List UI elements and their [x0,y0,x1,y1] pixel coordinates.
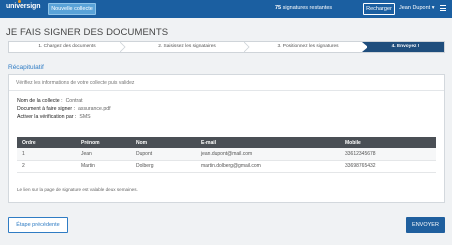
step-position-signatures[interactable]: 3. Positionnez les signatures [249,42,368,52]
new-collect-button[interactable]: Nouvelle collecte [48,3,96,15]
step-label: 2. Saisissez les signataires [158,44,216,49]
step-upload-documents[interactable]: 1. Chargez des documents [9,42,126,52]
col-firstname: Prénom [69,137,131,148]
field-value: Contrat [65,98,83,104]
send-button[interactable]: ENVOYER [406,217,445,233]
recap-title: Récapitulatif [8,64,44,71]
previous-step-button[interactable]: Étape précédente [8,217,68,233]
universign-logo[interactable]: universign [6,0,41,10]
cell-firstname: Jean [69,148,131,161]
field-label: Document à faire signer : [17,106,75,112]
cell-order: 1 [17,148,69,161]
logo-text: universign [6,3,41,10]
cell-lastname: Dupont [131,148,196,161]
verification-field: Activer la vérification par : SMS [17,114,91,120]
step-label: 3. Positionnez les signatures [277,44,339,49]
cell-mobile: 33698765432 [340,160,436,173]
cell-lastname: Dolberg [131,160,196,173]
collect-name-field: Nom de la collecte : Contrat [17,98,83,104]
field-value: assurance.pdf [77,106,111,112]
step-enter-signers[interactable]: 2. Saisissez les signataires [125,42,250,52]
user-menu[interactable]: Jean Dupont ▾ [399,5,434,11]
table-row: 2 Martin Dolberg martin.dolberg@gmail.co… [17,160,436,173]
signatures-remaining: 75 signatures restantes [275,5,332,11]
cell-mobile: 33612345678 [340,148,436,161]
cell-email: jean.dupont@mail.com [196,148,340,161]
field-label: Activer la vérification par : [17,114,77,120]
divider [9,90,444,91]
cell-firstname: Martin [69,160,131,173]
recharge-button[interactable]: Recharger [363,3,395,15]
recap-card: Vérifiez les informations de votre colle… [8,74,445,203]
top-bar: universign Nouvelle collecte 75 signatur… [0,0,452,18]
hamburger-icon[interactable] [440,5,446,12]
validity-note: Le lien sur la page de signature est val… [17,187,138,192]
step-label: 1. Chargez des documents [38,44,96,49]
col-email: E-mail [196,137,340,148]
cell-order: 2 [17,160,69,173]
recap-hint: Vérifiez les informations de votre colle… [16,80,135,86]
signatures-count: 75 [275,5,282,11]
field-label: Nom de la collecte : [17,98,63,104]
step-label: 4. Envoyez ! [391,44,420,49]
col-order: Ordre [17,137,69,148]
signers-table: Ordre Prénom Nom E-mail Mobile 1 Jean Du… [17,137,436,173]
step-send[interactable]: 4. Envoyez ! [367,42,444,52]
document-field: Document à faire signer : assurance.pdf [17,106,111,112]
col-mobile: Mobile [340,137,436,148]
wizard-steps: 1. Chargez des documents 2. Saisissez le… [8,41,445,53]
table-row: 1 Jean Dupont jean.dupont@mail.com 33612… [17,148,436,161]
logo-dot-icon [18,0,21,3]
table-header-row: Ordre Prénom Nom E-mail Mobile [17,137,436,148]
signatures-label: signatures restantes [282,5,333,11]
page-title: JE FAIS SIGNER DES DOCUMENTS [6,27,169,38]
col-lastname: Nom [131,137,196,148]
field-value: SMS [79,114,91,120]
cell-email: martin.dolberg@gmail.com [196,160,340,173]
